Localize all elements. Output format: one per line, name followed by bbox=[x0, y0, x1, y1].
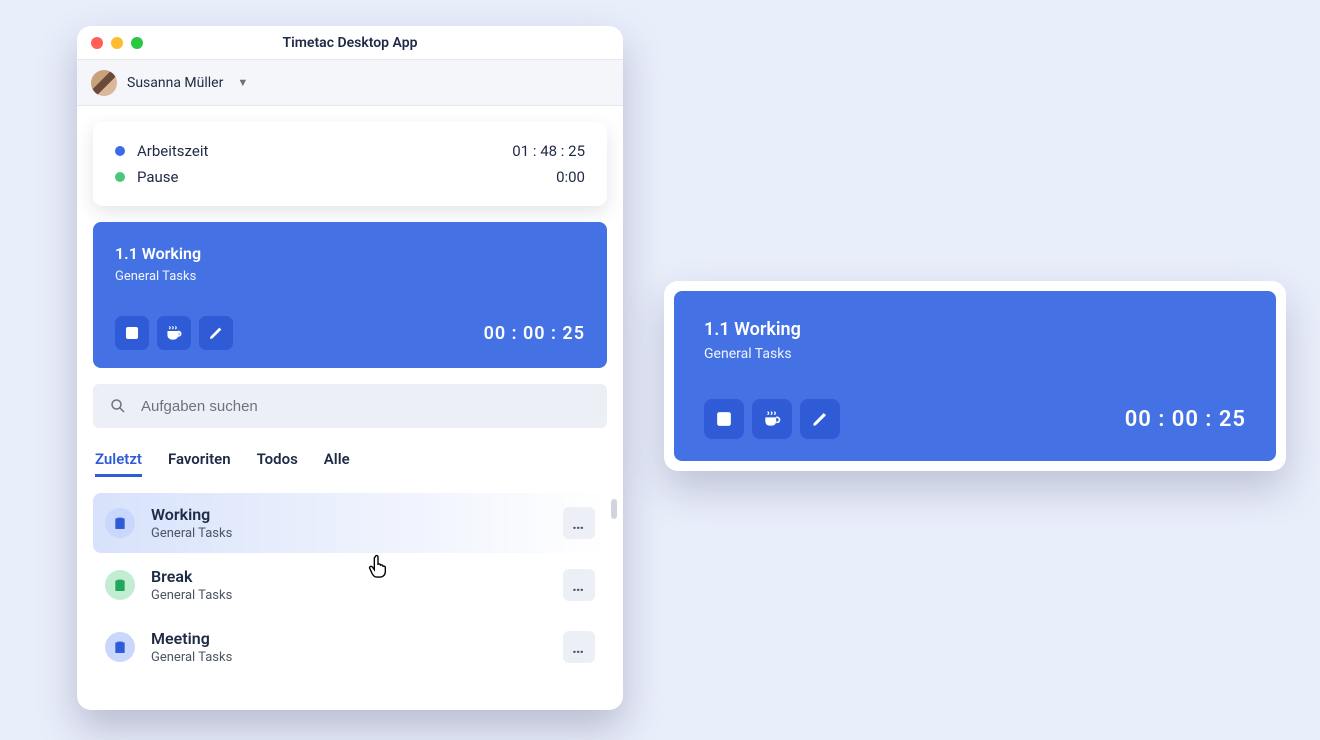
tab-recent[interactable]: Zuletzt bbox=[95, 450, 142, 477]
task-subtitle: General Tasks bbox=[151, 650, 547, 665]
timer-controls bbox=[115, 316, 233, 350]
summary-pause-label: Pause bbox=[137, 168, 179, 186]
widget-subtitle: General Tasks bbox=[704, 346, 1246, 362]
tab-favorites[interactable]: Favoriten bbox=[168, 450, 231, 477]
summary-row-pause: Pause 0:00 bbox=[115, 164, 585, 190]
more-button[interactable]: … bbox=[563, 569, 595, 601]
more-button[interactable]: … bbox=[563, 507, 595, 539]
summary-card: Arbeitszeit 01 : 48 : 25 Pause 0:00 bbox=[93, 122, 607, 206]
stop-button[interactable] bbox=[115, 316, 149, 350]
task-title: Break bbox=[151, 567, 547, 586]
dot-icon bbox=[115, 172, 125, 182]
clipboard-icon bbox=[105, 632, 135, 662]
more-button[interactable]: … bbox=[563, 631, 595, 663]
active-timer-card: 1.1 Working General Tasks 00 : 00 : 25 bbox=[93, 222, 607, 368]
task-row[interactable]: Break General Tasks … bbox=[93, 555, 607, 615]
dot-icon bbox=[115, 146, 125, 156]
summary-pause-value: 0:00 bbox=[556, 168, 585, 186]
stop-icon bbox=[716, 411, 732, 427]
titlebar: Timetac Desktop App bbox=[77, 26, 623, 60]
mini-widget-window: 1.1 Working General Tasks 00 : 00 : 25 bbox=[664, 281, 1286, 471]
pencil-icon bbox=[811, 410, 829, 428]
timer-subtitle: General Tasks bbox=[115, 269, 585, 284]
mini-timer-card: 1.1 Working General Tasks 00 : 00 : 25 bbox=[674, 291, 1276, 461]
timer-title: 1.1 Working bbox=[115, 244, 585, 263]
break-button[interactable] bbox=[157, 316, 191, 350]
task-list: Working General Tasks … Break General Ta… bbox=[93, 493, 607, 677]
clipboard-icon bbox=[105, 570, 135, 600]
search-box[interactable] bbox=[93, 384, 607, 428]
search-input[interactable] bbox=[141, 398, 591, 415]
avatar bbox=[91, 70, 117, 96]
task-title: Working bbox=[151, 505, 547, 524]
content-area: Arbeitszeit 01 : 48 : 25 Pause 0:00 1.1 … bbox=[77, 106, 623, 693]
task-tabs: Zuletzt Favoriten Todos Alle bbox=[93, 444, 607, 477]
user-menu[interactable]: Susanna Müller ▼ bbox=[77, 60, 623, 106]
stop-icon bbox=[125, 326, 139, 340]
chevron-down-icon: ▼ bbox=[237, 76, 248, 89]
tab-todos[interactable]: Todos bbox=[257, 450, 298, 477]
summary-work-label: Arbeitszeit bbox=[137, 142, 208, 160]
coffee-icon bbox=[762, 409, 782, 429]
pencil-icon bbox=[208, 325, 224, 341]
task-row[interactable]: Working General Tasks … bbox=[93, 493, 607, 553]
widget-controls bbox=[704, 399, 840, 439]
app-window: Timetac Desktop App Susanna Müller ▼ Arb… bbox=[77, 26, 623, 710]
widget-title: 1.1 Working bbox=[704, 319, 1246, 340]
window-title: Timetac Desktop App bbox=[77, 35, 623, 51]
edit-button[interactable] bbox=[800, 399, 840, 439]
timer-value: 00 : 00 : 25 bbox=[484, 323, 585, 344]
coffee-icon bbox=[165, 324, 183, 342]
scrollbar-thumb[interactable] bbox=[611, 499, 617, 519]
summary-row-work: Arbeitszeit 01 : 48 : 25 bbox=[115, 138, 585, 164]
break-button[interactable] bbox=[752, 399, 792, 439]
search-icon bbox=[109, 397, 127, 415]
tab-all[interactable]: Alle bbox=[324, 450, 350, 477]
summary-work-value: 01 : 48 : 25 bbox=[512, 142, 585, 160]
task-title: Meeting bbox=[151, 629, 547, 648]
task-subtitle: General Tasks bbox=[151, 526, 547, 541]
task-subtitle: General Tasks bbox=[151, 588, 547, 603]
widget-timer-value: 00 : 00 : 25 bbox=[1125, 407, 1246, 432]
edit-button[interactable] bbox=[199, 316, 233, 350]
stop-button[interactable] bbox=[704, 399, 744, 439]
task-row[interactable]: Meeting General Tasks … bbox=[93, 617, 607, 677]
clipboard-icon bbox=[105, 508, 135, 538]
username: Susanna Müller bbox=[127, 75, 223, 91]
